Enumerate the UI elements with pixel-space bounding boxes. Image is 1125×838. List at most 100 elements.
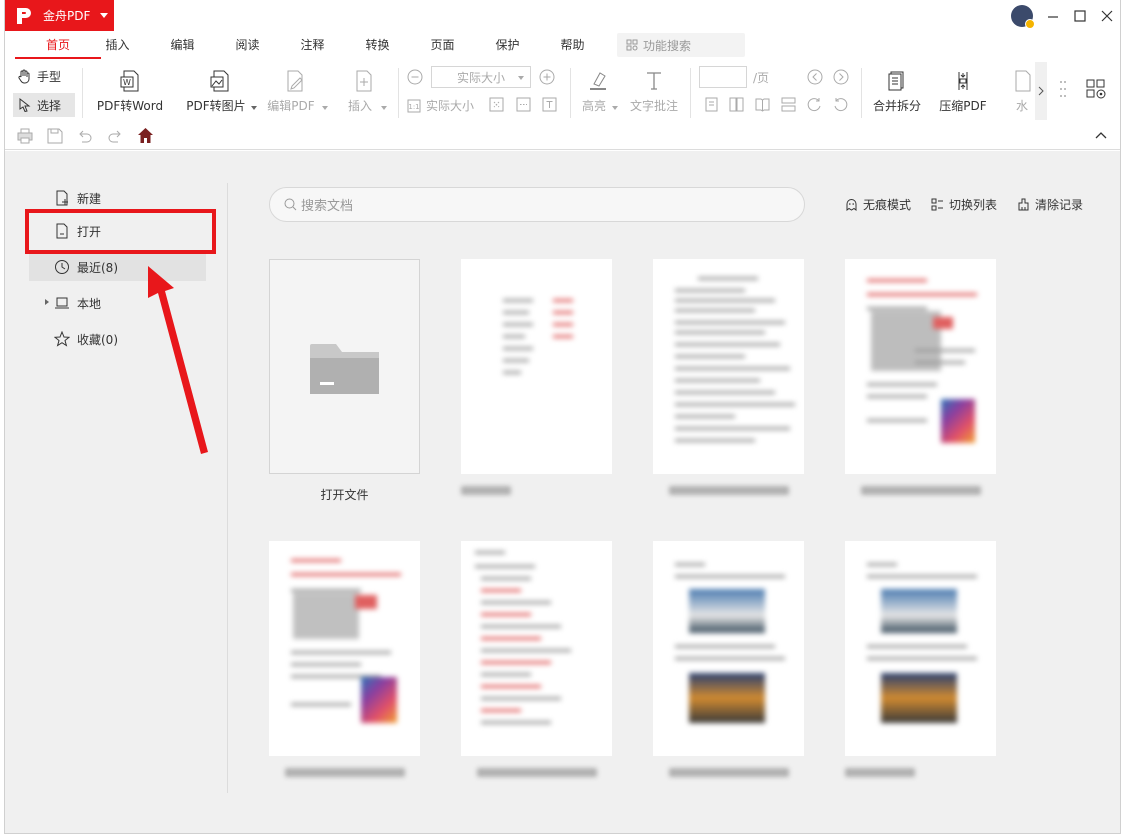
tab-annotate[interactable]: 注释 [290, 32, 335, 58]
file-name-blurred [668, 486, 789, 495]
open-file-card[interactable]: 打开文件 [269, 259, 420, 502]
select-tool-button[interactable]: 选择 [13, 93, 75, 117]
tab-insert[interactable]: 插入 [95, 32, 140, 58]
undo-icon[interactable] [77, 128, 93, 144]
minimize-icon[interactable] [1045, 6, 1061, 26]
tab-page[interactable]: 页面 [420, 32, 465, 58]
close-icon[interactable] [1099, 6, 1115, 26]
sidebar-item-local[interactable]: 本地 [29, 289, 206, 317]
fit-width-icon[interactable] [516, 97, 531, 112]
home-content: 新建 打开 最近(8) 本地 收藏(0) 搜索文档 无痕模式 切换列表 清除记录… [5, 151, 1120, 833]
menu-bar: 首页 插入 编辑 阅读 注释 转换 页面 保护 帮助 功能搜索 [5, 32, 1120, 60]
recent-file-card[interactable] [845, 541, 996, 777]
document-search-input[interactable]: 搜索文档 [269, 187, 805, 222]
scroll-view-icon[interactable] [781, 97, 796, 112]
file-name-blurred [860, 486, 981, 495]
ribbon-scroll-right[interactable] [1035, 62, 1047, 120]
user-avatar[interactable] [1011, 5, 1035, 29]
zoom-out-icon[interactable] [407, 69, 423, 85]
chevron-down-icon [100, 13, 109, 18]
tab-read[interactable]: 阅读 [225, 32, 270, 58]
sidebar-item-new[interactable]: 新建 [29, 184, 206, 212]
file-name-blurred [845, 768, 915, 777]
tab-help[interactable]: 帮助 [550, 32, 595, 58]
chevron-down-icon [322, 106, 328, 110]
clear-history-button[interactable]: 清除记录 [1017, 196, 1083, 213]
rotate-right-icon[interactable] [807, 97, 822, 112]
drag-handle-icon[interactable] [1059, 80, 1067, 98]
chevron-down-icon [381, 106, 387, 110]
highlight-button[interactable]: 高亮 [578, 70, 618, 114]
two-page-icon[interactable] [729, 97, 744, 112]
title-bar: 金舟PDF [5, 0, 1120, 32]
text-select-icon[interactable] [542, 97, 557, 112]
list-view-icon [931, 198, 943, 211]
insert-page-button[interactable]: 插入 [341, 70, 387, 114]
recent-file-card[interactable] [269, 541, 420, 777]
fit-page-icon[interactable] [489, 97, 504, 112]
sidebar-item-recent[interactable]: 最近(8) [29, 253, 206, 281]
recent-file-card[interactable] [461, 259, 612, 495]
recent-file-card[interactable] [653, 259, 804, 495]
save-icon[interactable] [47, 128, 63, 144]
zoom-select[interactable]: 实际大小 [431, 66, 531, 88]
insert-page-icon [356, 70, 372, 92]
tab-protect[interactable]: 保护 [485, 32, 530, 58]
actual-size-button[interactable]: 1:1 实际大小 [407, 97, 474, 114]
book-view-icon[interactable] [755, 97, 770, 112]
chevron-down-icon [518, 76, 524, 80]
recent-file-card[interactable] [653, 541, 804, 777]
text-comment-button[interactable]: 文字批注 [627, 70, 681, 114]
pdf-to-image-button[interactable]: PDF转图片 [181, 70, 259, 114]
toggle-list-label: 切换列表 [949, 198, 998, 212]
new-file-icon [56, 190, 68, 206]
hand-tool-button[interactable]: 手型 [17, 68, 61, 85]
file-thumbnail [461, 259, 612, 474]
annotation-highlight-box [25, 209, 216, 254]
tab-edit[interactable]: 编辑 [160, 32, 205, 58]
print-icon[interactable] [17, 128, 33, 144]
word-doc-icon: W [120, 70, 139, 92]
sidebar-divider [227, 183, 228, 793]
page-number-input[interactable] [699, 66, 747, 88]
compress-pdf-button[interactable]: 压缩PDF [935, 70, 991, 114]
divider [82, 68, 83, 118]
toggle-list-button[interactable]: 切换列表 [931, 196, 997, 213]
home-icon[interactable] [137, 127, 154, 144]
sidebar-item-label: 本地 [77, 296, 102, 311]
zoom-in-icon[interactable] [539, 69, 555, 85]
edit-pdf-button[interactable]: 编辑PDF [262, 70, 328, 114]
incognito-mode-label: 无痕模式 [863, 198, 912, 212]
recent-file-card[interactable] [461, 541, 612, 777]
recent-file-card[interactable] [845, 259, 996, 495]
document-search-placeholder: 搜索文档 [301, 199, 354, 214]
incognito-mode-button[interactable]: 无痕模式 [845, 196, 911, 213]
hand-tool-label: 手型 [37, 70, 62, 84]
file-thumbnail [845, 259, 996, 474]
watermark-button[interactable]: 水 [1011, 70, 1033, 114]
next-page-icon[interactable] [833, 69, 849, 85]
customize-tools-icon[interactable] [1086, 79, 1108, 101]
single-page-icon[interactable] [704, 97, 719, 112]
image-doc-icon [210, 70, 229, 92]
tab-home[interactable]: 首页 [15, 32, 101, 58]
redo-icon[interactable] [107, 128, 123, 144]
prev-page-icon[interactable] [807, 69, 823, 85]
maximize-icon[interactable] [1072, 6, 1088, 26]
merge-split-button[interactable]: 合并拆分 [869, 70, 925, 114]
text-comment-label: 文字批注 [629, 99, 678, 113]
file-thumbnail [653, 541, 804, 756]
pdf-to-word-label: PDF转Word [96, 99, 164, 113]
sidebar-item-label: 收藏(0) [77, 332, 118, 347]
collapse-ribbon-icon[interactable] [1095, 131, 1107, 139]
function-search[interactable]: 功能搜索 [617, 33, 745, 57]
app-logo-icon [17, 7, 31, 24]
sidebar-item-favorites[interactable]: 收藏(0) [29, 325, 206, 353]
pdf-to-word-button[interactable]: W PDF转Word [91, 70, 169, 114]
rotate-left-icon[interactable] [833, 97, 848, 112]
edit-doc-icon [287, 70, 303, 92]
app-menu-button[interactable]: 金舟PDF [5, 0, 114, 31]
file-thumbnail [653, 259, 804, 474]
text-t-icon [647, 72, 661, 90]
tab-convert[interactable]: 转换 [355, 32, 400, 58]
